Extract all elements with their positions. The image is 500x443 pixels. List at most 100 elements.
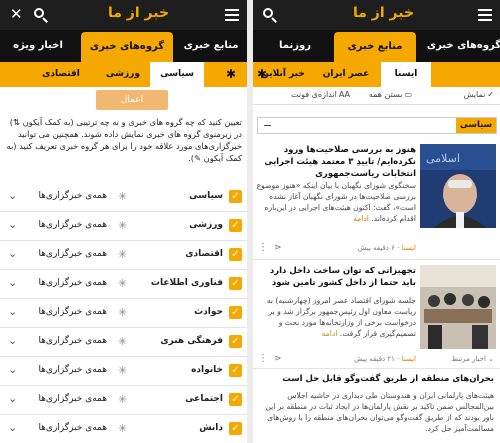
section-header[interactable]: سیاسی − [257,117,497,134]
category-name: فرهنگی هنری [160,336,223,346]
news-title[interactable]: هنوز به بررسی صلاحیت‌ها ورود نکرده‌ایم/ … [256,144,416,180]
category-sources: همه‌ی خبرگزاری‌ها [38,336,107,346]
chevron-down-icon[interactable]: ⌄ [8,218,17,231]
display-toggle[interactable]: ✓نمایش [464,90,494,99]
top-app-bar: خبر از ما [253,0,500,30]
subtab-sports[interactable]: ورزشی [96,62,150,87]
category-checkbox[interactable]: ✓ [229,190,242,203]
category-name: سیاسی [189,191,223,201]
news-source[interactable]: ایسنا [402,244,416,252]
category-checkbox[interactable]: ✓ [229,335,242,348]
news-source[interactable]: ایسنا [402,355,416,363]
app-logo: خبر از ما [108,5,170,21]
reorder-handle-icon[interactable]: ✳ [118,422,127,435]
read-more-link[interactable]: ادامه [353,214,369,223]
instructions-text: تعیین کنید که چه گروه های خبری و به چه ت… [6,117,242,163]
category-name: ورزشی [189,220,223,230]
divider [253,368,500,369]
category-checkbox[interactable]: ✓ [229,277,242,290]
chevron-down-icon[interactable]: ⌄ [8,363,17,376]
collapse-icon: ▭ [404,90,412,99]
hamburger-menu-icon[interactable] [225,9,239,21]
gear-icon[interactable]: ✱ [226,68,239,81]
subtab-politics[interactable]: سیاسی [150,62,204,87]
close-all-button[interactable]: ▭بستن همه [369,90,412,99]
share-icon[interactable]: ⋖ [274,243,282,253]
share-icon[interactable]: ⋖ [274,354,282,364]
category-name: فناوری اطلاعات [150,278,223,288]
chevron-down-icon[interactable]: ⌄ [8,334,17,347]
news-meta: ایسنا · ۲۱ دقیقه پیش ⋖ ⋮ [258,353,416,364]
chevron-down-icon[interactable]: ⌄ [8,392,17,405]
subtab-economy[interactable]: اقتصادی [32,62,90,87]
category-sources: همه‌ی خبرگزاری‌ها [38,307,107,317]
reorder-handle-icon[interactable]: ✳ [118,277,127,290]
category-checkbox[interactable]: ✓ [229,422,242,435]
category-name: اقتصادی [185,249,223,259]
read-more-link[interactable]: ادامه [322,329,338,338]
hamburger-menu-icon[interactable] [478,9,492,21]
news-summary: سخنگوی شورای نگهبان با بیان اینکه «هنوز … [256,180,416,224]
chevron-down-icon[interactable]: ⌄ [8,189,17,202]
category-checkbox[interactable]: ✓ [229,219,242,232]
news-thumbnail[interactable]: اسلامی [420,144,496,228]
apply-button[interactable]: اعمال [96,90,168,110]
search-icon[interactable] [34,8,48,23]
category-checkbox[interactable]: ✓ [229,306,242,319]
list-item: ✓ حوادث ✳ همه‌ی خبرگزاری‌ها ⌄ [0,299,247,328]
category-sources: همه‌ی خبرگزاری‌ها [38,278,107,288]
more-options-icon[interactable]: ⋮ [258,242,268,253]
category-name: خانواده [191,365,223,375]
reorder-handle-icon[interactable]: ✳ [118,219,127,232]
font-size-label: اندازه‌ی فونت [291,90,337,99]
chevron-down-icon[interactable]: ⌄ [8,276,17,289]
news-meta: ایسنا · ۶ دقیقه پیش ⋖ ⋮ [258,242,416,253]
news-thumbnail[interactable] [420,265,496,349]
category-sources: همه‌ی خبرگزاری‌ها [38,220,107,230]
news-title[interactable]: تجهیزاتی که توان ساخت داخل دارد باید حتم… [256,265,416,289]
tab-news-sources[interactable]: منابع خبری [334,32,416,62]
reorder-handle-icon[interactable]: ✳ [118,306,127,319]
sub-tabs: ✱ سیاسی ورزشی اقتصادی [0,62,247,87]
reorder-handle-icon[interactable]: ✳ [118,248,127,261]
related-news-link[interactable]: ⌄ اخبار مرتبط [451,355,494,363]
main-tabs: گروه‌های خبری منابع خبری روزنما [253,30,500,62]
font-size-button[interactable]: AAاندازه‌ی فونت [291,90,350,99]
category-name: حوادث [194,307,223,317]
tab-news-groups[interactable]: گروه‌های خبری [418,30,500,62]
collapse-icon[interactable]: − [263,118,272,133]
category-name: دانش [199,423,223,433]
subtab-asr-iran[interactable]: عصر ایران [315,62,377,87]
tab-news-groups[interactable]: گروه‌های خبری [81,32,173,62]
category-checkbox[interactable]: ✓ [229,393,242,406]
section-title: سیاسی [456,118,496,133]
top-app-bar: ✕ خبر از ما [0,0,247,30]
category-sources: همه‌ی خبرگزاری‌ها [38,394,107,404]
chevron-down-icon[interactable]: ⌄ [8,421,17,434]
news-summary: جلسه شورای اقتصاد عصر امروز (چهارشنبه) ب… [256,295,416,339]
more-options-icon[interactable]: ⋮ [258,353,268,364]
reorder-handle-icon[interactable]: ✳ [118,393,127,406]
close-icon[interactable]: ✕ [10,6,23,22]
related-news-label: اخبار مرتبط [451,355,486,363]
tab-special-news[interactable]: اخبار ویژه [0,30,77,62]
chevron-down-icon: ⌄ [485,355,494,363]
category-checkbox[interactable]: ✓ [229,364,242,377]
list-item: ✓ دانش ✳ همه‌ی خبرگزاری‌ها ⌄ [0,415,247,443]
news-title[interactable]: بحران‌های منطقه از طریق گفت‌وگو قابل حل … [258,374,494,384]
chevron-down-icon[interactable]: ⌄ [8,305,17,318]
tab-roozname[interactable]: روزنما [260,30,330,62]
reorder-handle-icon[interactable]: ✳ [118,364,127,377]
list-item: ✓ اقتصادی ✳ همه‌ی خبرگزاری‌ها ⌄ [0,241,247,270]
category-checkbox[interactable]: ✓ [229,248,242,261]
search-icon[interactable] [263,8,277,23]
svg-text:اسلامی: اسلامی [426,152,460,165]
tab-news-sources[interactable]: منابع خبری [175,30,247,62]
chevron-down-icon[interactable]: ⌄ [8,247,17,260]
list-item: ✓ فرهنگی هنری ✳ همه‌ی خبرگزاری‌ها ⌄ [0,328,247,357]
subtab-isna[interactable]: ایسنا [381,62,431,87]
reorder-handle-icon[interactable]: ✳ [118,190,127,203]
subtab-khabar-online[interactable]: خبر آنلاین [253,62,313,87]
divider [253,259,500,260]
reorder-handle-icon[interactable]: ✳ [118,335,127,348]
